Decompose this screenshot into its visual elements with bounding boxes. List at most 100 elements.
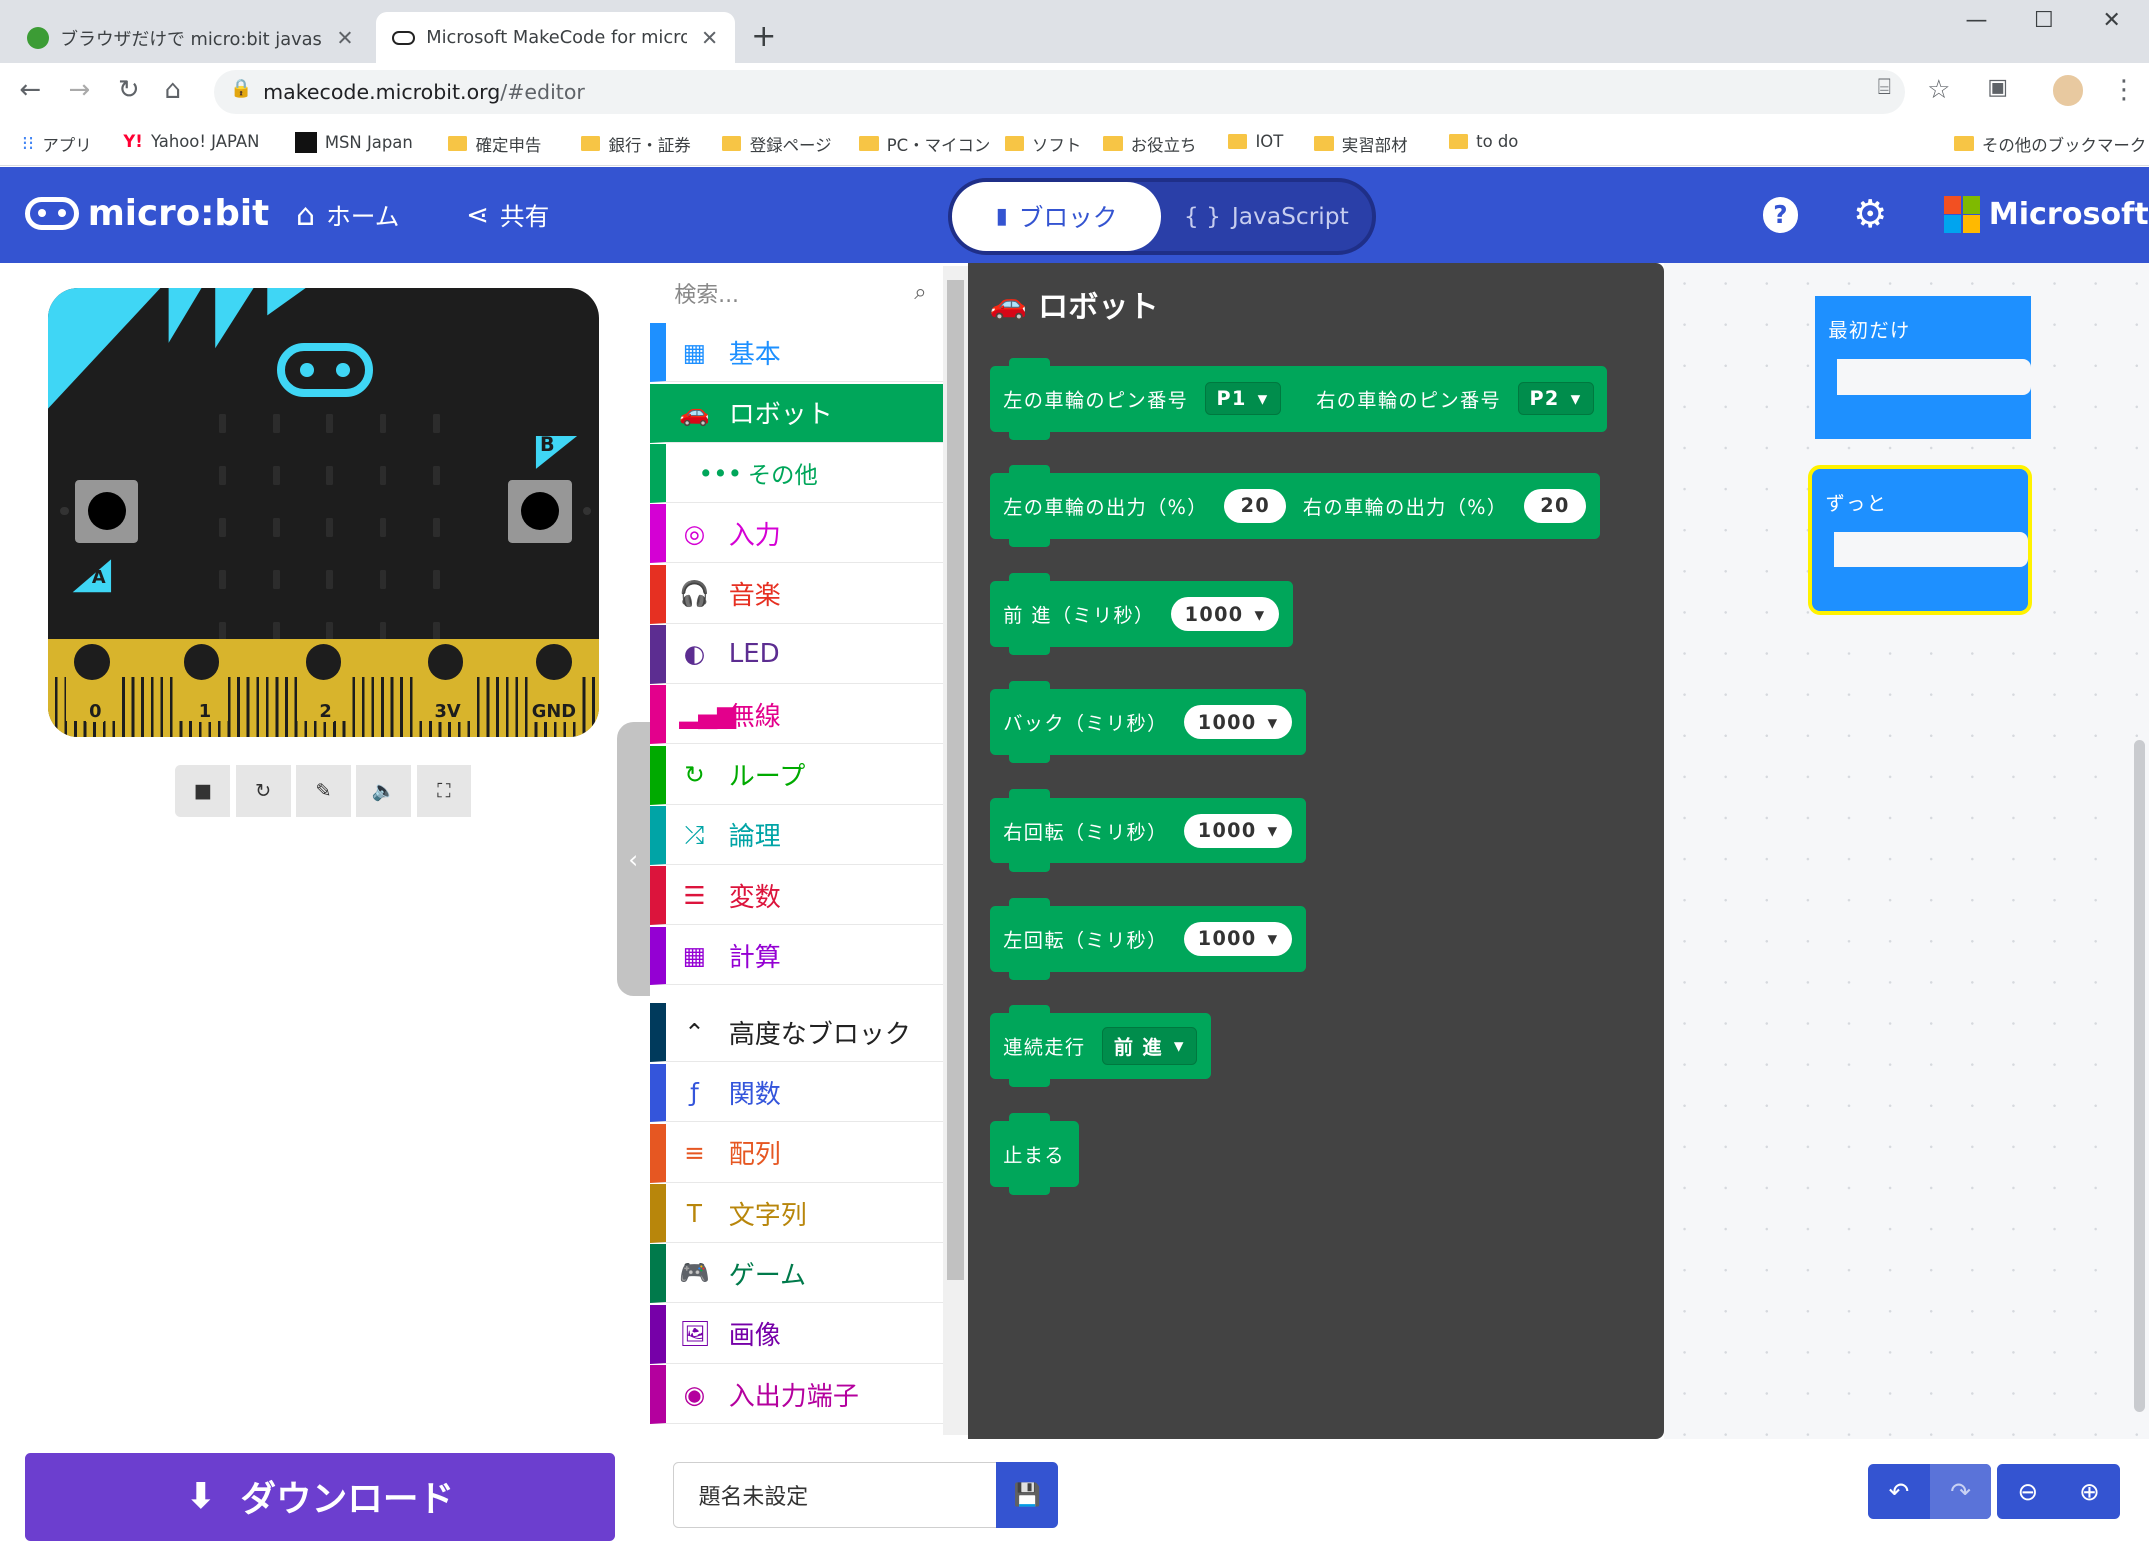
home-icon: ⌂ (296, 197, 316, 233)
toolbox-category-10[interactable]: ▦ 計算 (649, 926, 943, 986)
toolbox-category-9[interactable]: ☰ 変数 (649, 866, 943, 926)
right-pin-dropdown[interactable]: P2 ▾ (1517, 382, 1594, 416)
browser-tab-1[interactable]: ブラウザだけで micro:bit javascript ✕ (11, 12, 370, 63)
toolbox-category-11[interactable]: ⌃ 高度なブロック (649, 1003, 943, 1063)
close-icon[interactable]: ✕ (2103, 8, 2121, 33)
reload-icon[interactable]: ↻ (118, 75, 140, 105)
blocks-tab[interactable]: ▮ ブロック (952, 182, 1161, 251)
home-button[interactable]: ⌂ ホーム (296, 197, 399, 233)
javascript-tab[interactable]: { } JavaScript (1161, 182, 1372, 251)
gear-icon[interactable]: ⚙ (1853, 192, 1887, 237)
help-icon[interactable]: ? (1762, 197, 1799, 233)
bookmark-folder[interactable]: 確定申告 (448, 132, 541, 156)
pin-label-row: 0 1 2 3V GND (48, 699, 599, 737)
bookmark-folder[interactable]: 登録ページ (722, 132, 832, 156)
on-start-block[interactable]: 最初だけ (1814, 296, 2032, 439)
project-name-input[interactable] (672, 1462, 1000, 1529)
toolbox-category-2[interactable]: ••• その他 (649, 444, 943, 503)
toolbox-search[interactable]: 検索... ⌕ (658, 266, 946, 321)
redo-icon[interactable]: ↷ (1929, 1463, 1992, 1519)
toolbox-category-4[interactable]: 🎧 音楽 (649, 564, 943, 624)
toolbox-scrollbar[interactable] (942, 265, 968, 1435)
fullscreen-icon[interactable]: ⛶ (416, 764, 472, 817)
bookmark-folder[interactable]: ソフト (1004, 132, 1081, 156)
mute-icon[interactable]: 🔈 (356, 764, 412, 817)
download-icon: ⬇ (185, 1476, 216, 1518)
block-set-pins[interactable]: 左の車輪のピン番号 P1 ▾ 右の車輪のピン番号 P2 ▾ (989, 357, 1608, 440)
bookmark-folder[interactable]: 銀行・証券 (581, 132, 691, 156)
toolbox-category-7[interactable]: ↻ ループ (649, 745, 943, 805)
undo-icon[interactable]: ↶ (1868, 1464, 1930, 1519)
bookmark-folder[interactable]: IOT (1228, 132, 1283, 151)
restart-icon[interactable]: ↻ (235, 764, 291, 817)
forward-icon[interactable]: → (69, 75, 91, 105)
collapse-simulator-button[interactable]: ‹ (616, 722, 650, 997)
bottom-bar: ⬇ ダウンロード 💾 ↶ ↷ ⊖ ⊕ (0, 1439, 2149, 1553)
bookmark-msn[interactable]: MSN Japan (294, 131, 413, 154)
bookmark-apps[interactable]: ⁝⁝ アプリ (22, 132, 92, 156)
toolbox-category-0[interactable]: ▦ 基本 (649, 323, 943, 383)
bookmark-folder[interactable]: お役立ち (1103, 132, 1197, 156)
home-icon[interactable]: ⌂ (164, 75, 181, 105)
left-power-input[interactable]: 20 (1224, 488, 1287, 523)
new-tab-button[interactable]: + (751, 19, 776, 54)
extension-icon[interactable]: ▣ (1987, 75, 2008, 100)
download-button[interactable]: ⬇ ダウンロード (24, 1452, 616, 1541)
undo-redo-group: ↶ ↷ (1868, 1463, 1992, 1519)
right-power-input[interactable]: 20 (1523, 488, 1587, 523)
toolbox-category-17[interactable]: ◉ 入出力端子 (649, 1365, 943, 1425)
back-icon[interactable]: ← (19, 75, 41, 105)
toolbox-category-6[interactable]: ▂▄▆ 無線 (649, 685, 943, 745)
block-turn-right[interactable]: 右回転（ミリ秒） 1000 ▾ (989, 789, 1306, 872)
search-icon[interactable]: ⌕ (914, 280, 926, 305)
translate-icon[interactable]: ⌸ (1878, 75, 1891, 100)
profile-avatar[interactable] (2053, 75, 2084, 106)
block-back[interactable]: バック（ミリ秒） 1000 ▾ (989, 681, 1306, 764)
toolbox-category-16[interactable]: 🖼 画像 (649, 1304, 943, 1364)
star-icon[interactable]: ☆ (1927, 75, 1950, 105)
block-forward[interactable]: 前 進（ミリ秒） 1000 ▾ (989, 572, 1293, 656)
bookmark-folder[interactable]: PC・マイコン (859, 132, 990, 156)
toolbox-category-12[interactable]: ƒ 関数 (649, 1063, 943, 1123)
bookmark-folder[interactable]: 実習部材 (1314, 132, 1408, 156)
block-continuous-run[interactable]: 連続走行 前 進 ▾ (989, 1004, 1211, 1087)
block-turn-left[interactable]: 左回転（ミリ秒） 1000 ▾ (989, 897, 1306, 980)
stop-icon[interactable]: ■ (175, 764, 231, 817)
forever-block[interactable]: ずっと (1807, 464, 2033, 616)
url-field[interactable]: 🔒 makecode.microbit.org/#editor (213, 69, 1906, 114)
duration-dropdown[interactable]: 1000 ▾ (1170, 597, 1280, 631)
zoom-in-icon[interactable]: ⊕ (2059, 1464, 2121, 1519)
minimize-icon[interactable]: — (1965, 8, 1987, 33)
bookmark-yahoo[interactable]: Y! Yahoo! JAPAN (123, 132, 259, 151)
left-pin-dropdown[interactable]: P1 ▾ (1204, 382, 1281, 416)
toolbox-category-1[interactable]: 🚗 ロボット (649, 383, 943, 443)
tab-close-icon[interactable]: ✕ (336, 26, 353, 50)
duration-dropdown[interactable]: 1000 ▾ (1184, 705, 1293, 740)
menu-dots-icon[interactable]: ⋮ (2111, 75, 2137, 105)
microbit-logo[interactable]: micro:bit (24, 193, 269, 234)
zoom-out-icon[interactable]: ⊖ (1997, 1464, 2059, 1519)
browser-tab-2[interactable]: Microsoft MakeCode for micro:bit ✕ (375, 12, 735, 64)
toolbox-category-8[interactable]: ⤮ 論理 (649, 805, 943, 865)
block-set-power[interactable]: 左の車輪の出力（%） 20 右の車輪の出力（%） 20 (989, 464, 1600, 547)
maximize-icon[interactable]: ☐ (2034, 8, 2054, 33)
save-button[interactable]: 💾 (996, 1462, 1059, 1529)
bookmark-other[interactable]: その他のブックマーク (1954, 132, 2146, 156)
toolbox-category-13[interactable]: ≡ 配列 (649, 1123, 943, 1183)
duration-dropdown[interactable]: 1000 ▾ (1184, 921, 1293, 956)
toolbox-category-3[interactable]: ◎ 入力 (649, 504, 943, 564)
block-stop[interactable]: 止まる (989, 1112, 1079, 1196)
tab-close-icon[interactable]: ✕ (701, 26, 718, 50)
toolbox-category-5[interactable]: ◐ LED (649, 624, 943, 684)
duration-dropdown[interactable]: 1000 ▾ (1184, 813, 1293, 848)
share-button[interactable]: ⋖ 共有 (466, 197, 549, 233)
direction-dropdown[interactable]: 前 進 ▾ (1101, 1026, 1197, 1065)
dropdown-value: 1000 (1197, 710, 1257, 734)
microsoft-logo[interactable]: Microsoft (1943, 195, 2149, 233)
bookmark-folder[interactable]: to do (1448, 132, 1518, 151)
workspace-scrollbar[interactable] (2134, 740, 2145, 1412)
toolbox-category-15[interactable]: 🎮 ゲーム (649, 1244, 943, 1304)
debug-icon[interactable]: ✎ (295, 764, 351, 817)
toolbox-category-14[interactable]: T 文字列 (649, 1184, 943, 1244)
workspace[interactable]: 最初だけ ずっと (1663, 263, 2149, 1440)
